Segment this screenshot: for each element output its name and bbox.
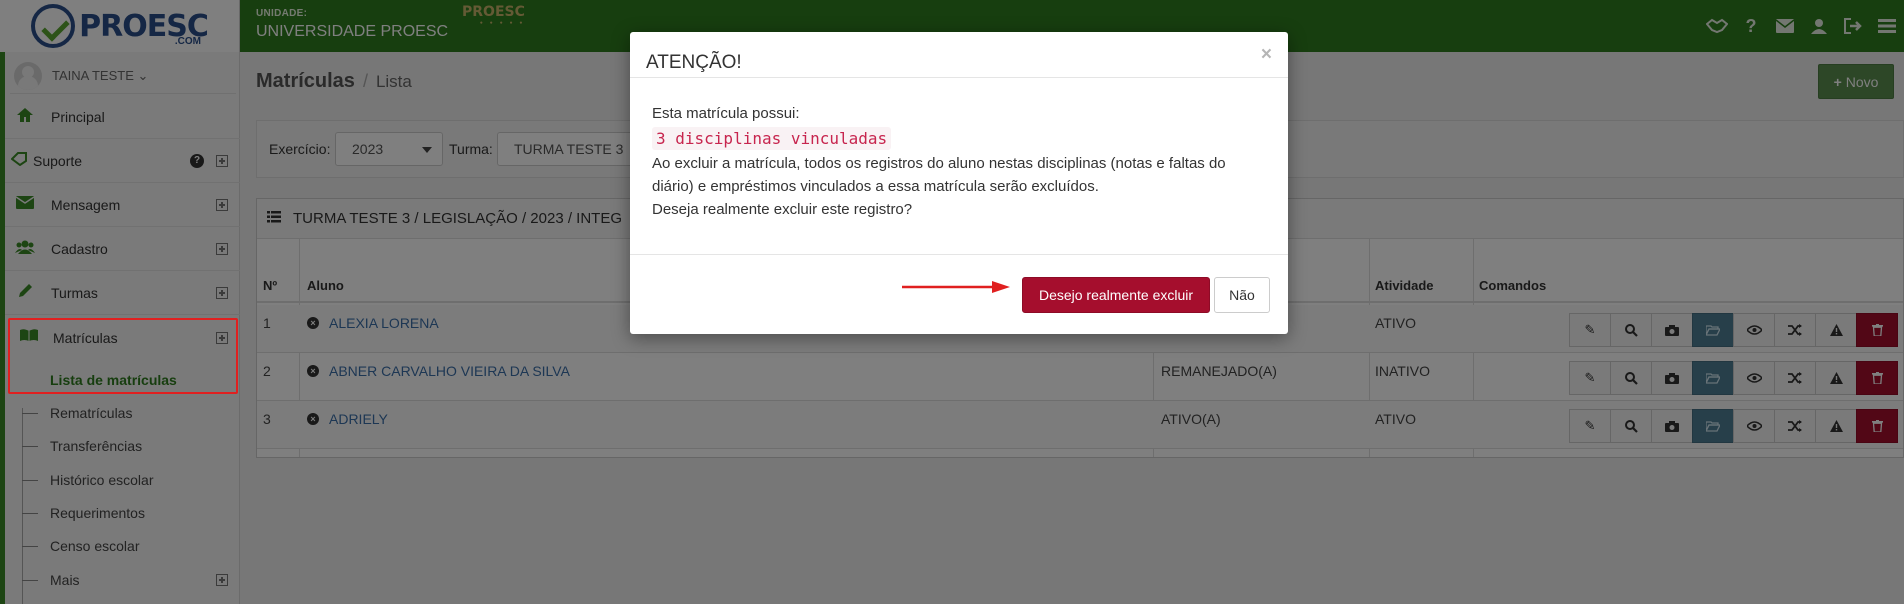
modal-title: ATENÇÃO! [646,52,742,73]
cancel-button[interactable]: Não [1214,277,1270,313]
modal-line-3: Deseja realmente excluir este registro? [652,201,913,218]
modal-line-2: Ao excluir a matrícula, todos os registr… [652,155,1226,195]
confirm-delete-button[interactable]: Desejo realmente excluir [1022,277,1210,313]
annotation-arrow [902,281,1010,293]
modal-body: Esta matrícula possui: 3 disciplinas vin… [630,78,1288,254]
annotation-highlight-box [8,318,238,394]
linked-disciplines-count: 3 disciplinas vinculadas [652,127,892,150]
modal-header: ATENÇÃO! × [630,32,1288,78]
modal-footer: Desejo realmente excluir Não [630,254,1288,334]
close-icon[interactable]: × [1261,44,1272,66]
modal-line-1: Esta matrícula possui: [652,105,800,122]
